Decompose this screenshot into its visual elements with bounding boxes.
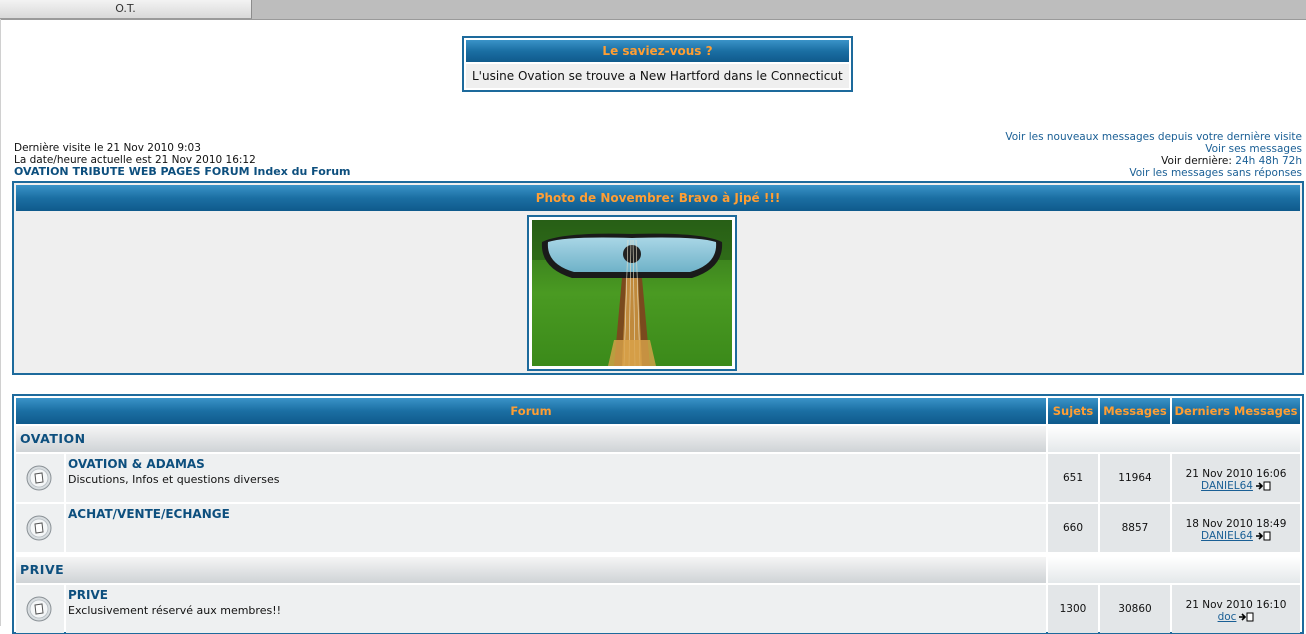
window-edge [0,19,1,626]
browser-tab-bar: O.T. [0,0,1306,20]
photo-of-month-panel: Photo de Novembre: Bravo à Jipé !!! [12,181,1304,375]
last-post-user-link[interactable]: DANIEL64 [1201,530,1253,542]
view-links: Voir les nouveaux messages depuis votre … [1005,131,1302,179]
photo-title: Photo de Novembre: Bravo à Jipé !!! [16,185,1300,211]
forum-table: Forum Sujets Messages Derniers Messages … [12,394,1304,634]
topics-count: 651 [1048,454,1098,502]
my-messages-link[interactable]: Voir ses messages [1205,143,1302,155]
forum-status-cell [16,504,64,552]
category-filler [1048,557,1300,583]
last-visit-text: Dernière visite le 21 Nov 2010 9:03 [14,142,201,154]
goto-last-post-icon[interactable] [1255,481,1271,491]
view-last-label: Voir dernière: [1161,155,1232,167]
last-post-date: 18 Nov 2010 18:49 [1185,518,1287,530]
last-72h-link[interactable]: 72h [1282,155,1302,167]
did-you-know-box: Le saviez-vous ? L'usine Ovation se trou… [462,36,853,92]
forum-folder-icon [26,465,52,491]
category-prive[interactable]: PRIVE [16,557,1046,583]
category-ovation[interactable]: OVATION [16,426,1046,452]
forum-folder-icon [26,515,52,541]
visit-info: Dernière visite le 21 Nov 2010 9:03 La d… [14,142,351,178]
last-post-date: 21 Nov 2010 16:10 [1185,599,1287,611]
last-24h-link[interactable]: 24h [1235,155,1255,167]
goto-last-post-icon[interactable] [1255,531,1271,541]
goto-last-post-icon[interactable] [1238,612,1254,622]
forum-description: Exclusivement réservé aux membres!! [68,604,282,617]
col-last-header: Derniers Messages [1172,398,1300,424]
forum-title-link[interactable]: OVATION & ADAMAS [68,457,205,471]
last-post-date: 21 Nov 2010 16:06 [1185,468,1287,480]
category-filler [1048,426,1300,452]
col-forum-header: Forum [16,398,1046,424]
messages-count: 8857 [1100,504,1170,552]
table-row: ACHAT/VENTE/ECHANGE [66,504,1046,552]
guitar-photo [532,220,732,366]
did-you-know-text: L'usine Ovation se trouve a New Hartford… [466,64,849,88]
last-post-cell: 21 Nov 2010 16:06 DANIEL64 [1172,454,1300,502]
last-post-cell: 18 Nov 2010 18:49 DANIEL64 [1172,504,1300,552]
forum-index-link[interactable]: OVATION TRIBUTE WEB PAGES FORUM Index du… [14,165,351,178]
topics-count: 660 [1048,504,1098,552]
last-48h-link[interactable]: 48h [1259,155,1279,167]
forum-folder-icon [26,596,52,622]
col-topics-header: Sujets [1048,398,1098,424]
unanswered-link[interactable]: Voir les messages sans réponses [1129,167,1302,179]
col-messages-header: Messages [1100,398,1170,424]
forum-title-link[interactable]: PRIVE [68,588,108,602]
forum-title-link[interactable]: ACHAT/VENTE/ECHANGE [68,507,230,521]
messages-count: 11964 [1100,454,1170,502]
table-row: OVATION & ADAMAS Discutions, Infos et qu… [66,454,1046,502]
new-messages-link[interactable]: Voir les nouveaux messages depuis votre … [1005,131,1302,143]
forum-description: Discutions, Infos et questions diverses [68,473,280,486]
photo-frame[interactable] [527,215,737,371]
last-post-user-link[interactable]: doc [1218,611,1237,623]
last-post-user-link[interactable]: DANIEL64 [1201,480,1253,492]
did-you-know-title: Le saviez-vous ? [466,40,849,62]
forum-status-cell [16,454,64,502]
tab-ot[interactable]: O.T. [0,0,252,19]
